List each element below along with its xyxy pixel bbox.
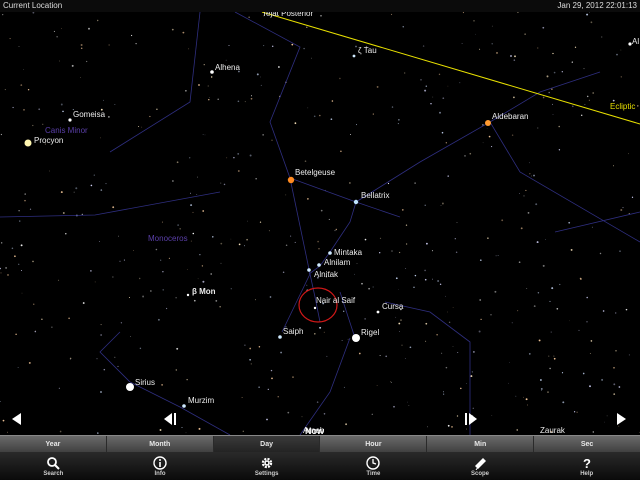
time-label: Time — [366, 471, 381, 477]
telescope-icon — [475, 458, 487, 470]
triangle-left-icon — [12, 413, 21, 425]
rewind-button[interactable] — [10, 412, 28, 426]
label-beta-mon[interactable]: β Mon — [192, 287, 216, 296]
label-mintaka[interactable]: Mintaka — [334, 248, 362, 257]
tab-sec[interactable]: Sec — [534, 436, 640, 453]
step-back-icon — [164, 413, 176, 425]
selection-circle — [298, 287, 338, 323]
label-nair-al-saif[interactable]: Nair al Saif — [316, 296, 355, 305]
background-stars — [0, 12, 640, 434]
scope-label: Scope — [471, 471, 490, 477]
label-alnilam[interactable]: Alnilam — [324, 258, 350, 267]
tab-day[interactable]: Day — [213, 436, 321, 453]
step-forward-button[interactable] — [463, 412, 481, 426]
triangle-right-icon — [617, 413, 626, 425]
search-button[interactable]: Search — [0, 452, 107, 480]
tab-year[interactable]: Year — [0, 436, 107, 453]
settings-label: Settings — [254, 471, 279, 477]
ecliptic-line — [261, 12, 640, 125]
label-tejat-posterior[interactable]: Tejat Posterior — [262, 12, 313, 18]
constellation-lines — [0, 12, 640, 435]
datetime-text: Jan 29, 2012 22:01:13 — [557, 1, 637, 10]
gear-icon — [261, 457, 272, 469]
tab-hour[interactable]: Hour — [320, 436, 428, 453]
bright-stars — [24, 42, 632, 408]
settings-button[interactable]: Settings — [213, 452, 320, 480]
scope-button[interactable]: Scope — [427, 452, 534, 480]
label-canis-minor: Canis Minor — [45, 126, 88, 135]
sky-map[interactable]: Tejat Posterior ζ Tau Alhena Gomeisa Procyon… — [0, 12, 640, 435]
tab-min[interactable]: Min — [427, 436, 535, 453]
sky-map-canvas — [0, 12, 640, 435]
label-monoceros: Monoceros — [148, 234, 188, 243]
label-zaurak[interactable]: Zaurak — [540, 426, 565, 435]
label-aldebaran[interactable]: Aldebaran — [492, 112, 528, 121]
label-saiph[interactable]: Saiph — [283, 327, 303, 336]
label-al-partial[interactable]: Al — [632, 37, 639, 46]
search-label: Search — [43, 471, 64, 477]
label-betelgeuse[interactable]: Betelgeuse — [295, 168, 335, 177]
label-cursa[interactable]: Cursa — [382, 302, 403, 311]
step-forward-icon — [465, 413, 477, 425]
status-bar: Current Location Jan 29, 2012 22:01:13 — [0, 0, 640, 12]
step-back-button[interactable] — [162, 412, 180, 426]
ecliptic-label: Ecliptic — [610, 102, 636, 111]
help-icon: ? — [583, 456, 591, 470]
label-sirius[interactable]: Sirius — [135, 378, 155, 387]
time-unit-tabs: Year Month Day Hour Min Sec — [0, 435, 640, 453]
fast-forward-button[interactable] — [614, 412, 632, 426]
help-label: Help — [580, 471, 594, 477]
now-button[interactable]: Now — [305, 426, 324, 435]
label-alhena[interactable]: Alhena — [215, 63, 240, 72]
time-button[interactable]: Time — [320, 452, 427, 480]
tab-month[interactable]: Month — [107, 436, 214, 453]
label-alnitak[interactable]: Alnitak — [314, 270, 338, 279]
info-button[interactable]: Info — [107, 452, 214, 480]
svg-text:?: ? — [583, 456, 591, 470]
bottom-toolbar: Search Info Settings Time Scope? Help — [0, 452, 640, 480]
info-label: Info — [154, 471, 166, 477]
label-gomeisa[interactable]: Gomeisa — [73, 110, 105, 119]
help-button[interactable]: ? Help — [533, 452, 640, 480]
info-icon — [153, 456, 167, 470]
label-bellatrix[interactable]: Bellatrix — [361, 191, 389, 200]
label-rigel[interactable]: Rigel — [361, 328, 379, 337]
label-zeta-tau[interactable]: ζ Tau — [358, 46, 377, 55]
location-text: Current Location — [3, 1, 63, 10]
label-procyon[interactable]: Procyon — [34, 136, 63, 145]
clock-icon — [366, 456, 381, 470]
search-icon — [47, 457, 61, 470]
label-murzim[interactable]: Murzim — [188, 396, 214, 405]
